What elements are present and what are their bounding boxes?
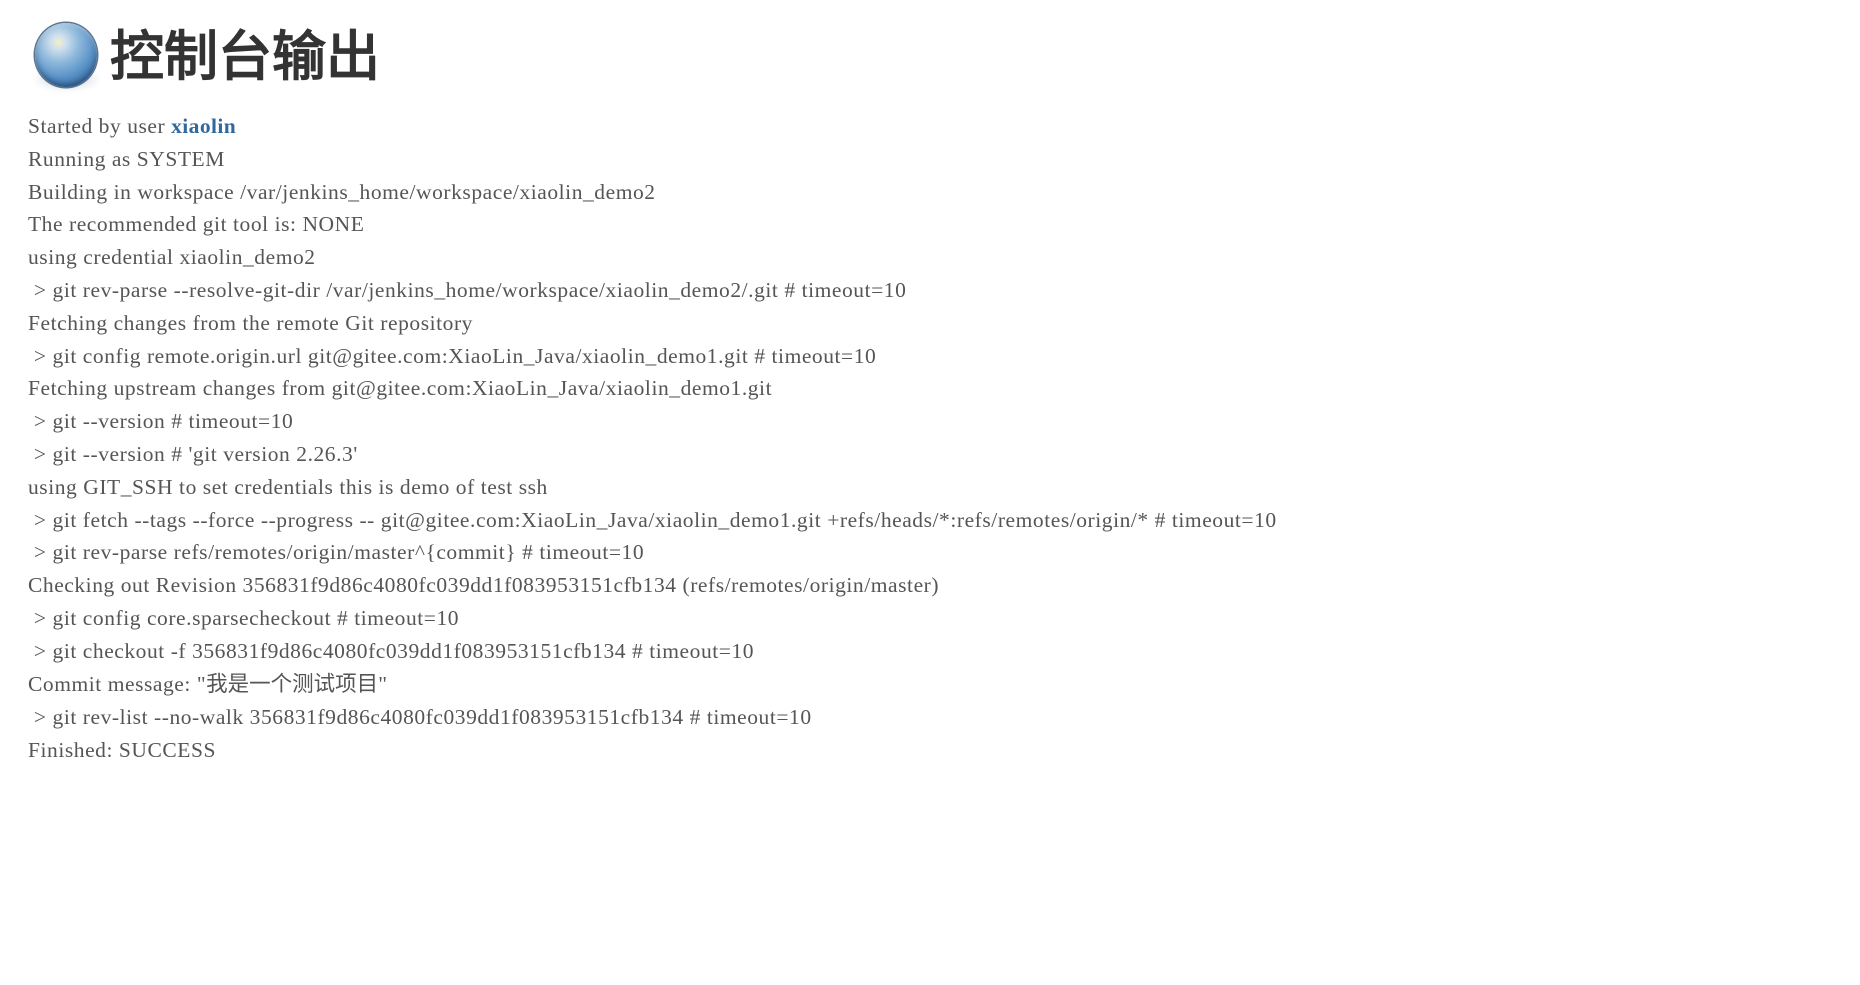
console-output-page: 控制台输出 Started by user xiaolin Running as …: [0, 0, 1860, 985]
console-line-git-version-timeout: > git --version # timeout=10: [28, 409, 294, 434]
console-line-running-as: Running as SYSTEM: [28, 146, 225, 171]
cjk-text: 我是一个测试项目: [206, 671, 379, 697]
sphere-body: [35, 23, 97, 87]
console-line-fetching-upstream-changes: Fetching upstream changes from git@gitee…: [28, 376, 773, 401]
page-title: 控制台输出: [110, 25, 380, 88]
console-line-using-credential: using credential xiaolin_demo2: [28, 245, 316, 270]
console-line-fetching-changes: Fetching changes from the remote Git rep…: [28, 310, 473, 335]
user-link[interactable]: xiaolin: [171, 114, 236, 138]
console-output-log: Started by user xiaolin Running as SYSTEM…: [0, 92, 1860, 767]
console-line-git-rev-list: > git rev-list --no-walk 356831f9d86c408…: [28, 705, 812, 730]
console-line-git-rev-parse-master: > git rev-parse refs/remotes/origin/mast…: [28, 540, 645, 565]
page-header: 控制台输出: [0, 0, 1860, 92]
console-line-recommended-git-tool: The recommended git tool is: NONE: [28, 212, 365, 237]
console-line-git-version-result: > git --version # 'git version 2.26.3': [28, 441, 358, 466]
console-line-git-rev-parse-resolve-git-dir: > git rev-parse --resolve-git-dir /var/j…: [28, 277, 907, 302]
console-line-git-config-remote-origin-url: > git config remote.origin.url git@gitee…: [28, 343, 877, 368]
console-line-git-checkout: > git checkout -f 356831f9d86c4080fc039d…: [28, 638, 755, 663]
console-line-checking-out-revision: Checking out Revision 356831f9d86c4080fc…: [28, 573, 940, 598]
console-line-git-config-sparsecheckout: > git config core.sparsecheckout # timeo…: [28, 605, 460, 630]
console-line-git-fetch-tags: > git fetch --tags --force --progress --…: [28, 507, 1277, 532]
console-line-using-git-ssh: using GIT_SSH to set credentials this is…: [28, 474, 548, 499]
console-line-finished-status: Finished: SUCCESS: [28, 738, 216, 763]
console-line-started-by-user: Started by user xiaolin: [28, 114, 237, 138]
blue-sphere-icon: [28, 18, 106, 96]
console-line-commit-message: Commit message: "我是一个测试项目": [28, 671, 388, 697]
console-line-building-in-workspace: Building in workspace /var/jenkins_home/…: [28, 179, 656, 204]
